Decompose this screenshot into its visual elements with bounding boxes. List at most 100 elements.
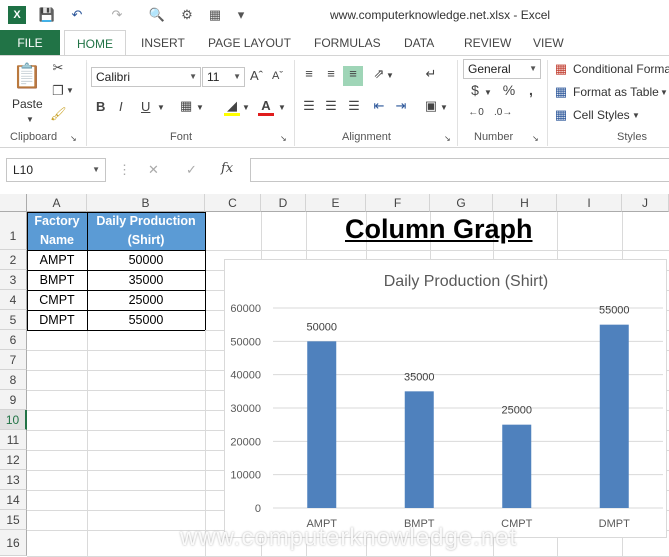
cell-styles-icon[interactable]: ▦ — [553, 107, 569, 123]
font-color-dropdown-icon[interactable]: ▼ — [278, 100, 286, 116]
clipboard-launcher-icon[interactable]: ↘ — [70, 131, 77, 147]
font-size-select[interactable]: 11 ▼ — [202, 67, 245, 87]
save-icon[interactable]: 💾 — [38, 6, 56, 24]
align-left-icon[interactable]: ☰ — [300, 98, 318, 114]
underline-dropdown-icon[interactable]: ▼ — [157, 100, 165, 116]
column-header-a[interactable]: A — [27, 194, 87, 212]
customize-qat-icon[interactable]: ▾ — [232, 6, 250, 24]
row-header-4[interactable]: 4 — [0, 290, 27, 310]
paste-button[interactable]: Paste — [12, 96, 43, 112]
conditional-formatting-icon[interactable]: ▦ — [553, 61, 569, 77]
row-header-16[interactable]: 16 — [0, 530, 27, 556]
row-header-1[interactable]: 1 — [0, 212, 27, 250]
format-as-table-icon[interactable]: ▦ — [553, 84, 569, 100]
cell-production-value[interactable]: 25000 — [87, 290, 205, 310]
column-header-c[interactable]: C — [205, 194, 261, 212]
currency-dropdown-icon[interactable]: ▼ — [484, 85, 492, 101]
row-header-11[interactable]: 11 — [0, 430, 27, 450]
comma-style-icon[interactable]: , — [522, 82, 540, 98]
orientation-dropdown-icon[interactable]: ▼ — [386, 68, 394, 84]
tab-home[interactable]: HOME — [64, 30, 126, 56]
row-header-9[interactable]: 9 — [0, 390, 27, 410]
enter-icon[interactable]: ✓ — [186, 162, 197, 178]
row-header-7[interactable]: 7 — [0, 350, 27, 370]
format-as-table-button[interactable]: Format as Table — [573, 84, 659, 100]
select-all-corner[interactable] — [0, 194, 27, 212]
format-painter-icon[interactable]: 🖌 — [50, 106, 67, 122]
tab-formulas[interactable]: FORMULAS — [314, 30, 381, 56]
copy-icon[interactable]: ❐ — [50, 83, 66, 99]
cell-factory-name[interactable]: DMPT — [27, 310, 87, 330]
header-factory-name[interactable]: Factory Name — [27, 212, 87, 250]
cell-production-value[interactable]: 35000 — [87, 270, 205, 290]
number-format-select[interactable]: General ▼ — [463, 59, 541, 79]
row-header-15[interactable]: 15 — [0, 510, 27, 530]
row-header-2[interactable]: 2 — [0, 250, 27, 270]
tab-file[interactable]: FILE — [0, 30, 60, 56]
tab-view[interactable]: VIEW — [533, 30, 564, 56]
font-color-icon[interactable]: A — [258, 98, 274, 116]
redo-icon[interactable]: ↷ — [108, 6, 126, 24]
tab-page-layout[interactable]: PAGE LAYOUT — [208, 30, 291, 56]
paste-dropdown-icon[interactable]: ▼ — [26, 112, 34, 128]
increase-indent-icon[interactable]: ⇥ — [392, 98, 410, 114]
column-header-h[interactable]: H — [493, 194, 557, 212]
tab-data[interactable]: DATA — [404, 30, 434, 56]
column-header-g[interactable]: G — [430, 194, 493, 212]
cell-production-value[interactable]: 50000 — [87, 250, 205, 270]
column-chart[interactable]: Daily Production (Shirt) 0 10000 20000 30000… — [224, 259, 667, 538]
conditional-formatting-button[interactable]: Conditional Forma — [573, 61, 669, 77]
font-launcher-icon[interactable]: ↘ — [280, 131, 287, 147]
merge-dropdown-icon[interactable]: ▼ — [440, 100, 448, 116]
align-top-icon[interactable]: ≡ — [300, 66, 318, 82]
underline-icon[interactable]: U — [141, 99, 150, 115]
align-middle-icon[interactable]: ≡ — [322, 66, 340, 82]
decrease-indent-icon[interactable]: ⇤ — [370, 98, 388, 114]
wrap-text-icon[interactable]: ↵ — [422, 66, 440, 82]
column-header-b[interactable]: B — [87, 194, 205, 212]
column-header-f[interactable]: F — [366, 194, 430, 212]
increase-decimal-icon[interactable]: ←0 — [467, 105, 485, 121]
align-center-icon[interactable]: ☰ — [322, 98, 340, 114]
sheet-title[interactable]: Column Graph — [345, 214, 533, 245]
align-right-icon[interactable]: ☰ — [345, 98, 363, 114]
tab-review[interactable]: REVIEW — [464, 30, 511, 56]
header-daily-production[interactable]: Daily Production (Shirt) — [87, 212, 205, 250]
form-icon[interactable]: ▦ — [206, 6, 224, 24]
cell-production-value[interactable]: 55000 — [87, 310, 205, 330]
cancel-icon[interactable]: ✕ — [148, 162, 159, 178]
format-table-dropdown-icon[interactable]: ▼ — [660, 85, 668, 101]
number-launcher-icon[interactable]: ↘ — [532, 131, 539, 147]
name-box[interactable]: L10 ▼ — [6, 158, 106, 182]
cell-styles-button[interactable]: Cell Styles — [573, 107, 630, 123]
column-header-e[interactable]: E — [306, 194, 366, 212]
fill-color-dropdown-icon[interactable]: ▼ — [242, 100, 250, 116]
row-header-10[interactable]: 10 — [0, 410, 27, 430]
row-header-12[interactable]: 12 — [0, 450, 27, 470]
quick-access-icon[interactable]: ⚙ — [178, 6, 196, 24]
paste-icon[interactable]: 📋 — [12, 62, 42, 92]
alignment-launcher-icon[interactable]: ↘ — [444, 131, 451, 147]
column-header-j[interactable]: J — [622, 194, 669, 212]
print-preview-icon[interactable]: 🔍 — [148, 6, 166, 24]
column-header-d[interactable]: D — [261, 194, 306, 212]
cell-factory-name[interactable]: BMPT — [27, 270, 87, 290]
column-header-i[interactable]: I — [557, 194, 622, 212]
decrease-decimal-icon[interactable]: .0→ — [494, 105, 512, 121]
cell-factory-name[interactable]: CMPT — [27, 290, 87, 310]
cell-styles-dropdown-icon[interactable]: ▼ — [632, 108, 640, 124]
fill-color-icon[interactable]: ◢ — [224, 98, 240, 116]
formula-input[interactable] — [250, 158, 669, 182]
copy-dropdown-icon[interactable]: ▼ — [66, 83, 74, 99]
row-header-8[interactable]: 8 — [0, 370, 27, 390]
insert-function-button[interactable]: fx — [221, 161, 233, 177]
formula-bar-handle-icon[interactable]: ⋮ — [118, 162, 131, 178]
cut-icon[interactable]: ✂ — [50, 60, 66, 76]
tab-insert[interactable]: INSERT — [141, 30, 185, 56]
italic-icon[interactable]: I — [119, 99, 123, 115]
cell-factory-name[interactable]: AMPT — [27, 250, 87, 270]
row-header-13[interactable]: 13 — [0, 470, 27, 490]
row-header-5[interactable]: 5 — [0, 310, 27, 330]
undo-icon[interactable]: ↶ — [68, 6, 86, 24]
font-name-select[interactable]: Calibri ▼ — [91, 67, 201, 87]
